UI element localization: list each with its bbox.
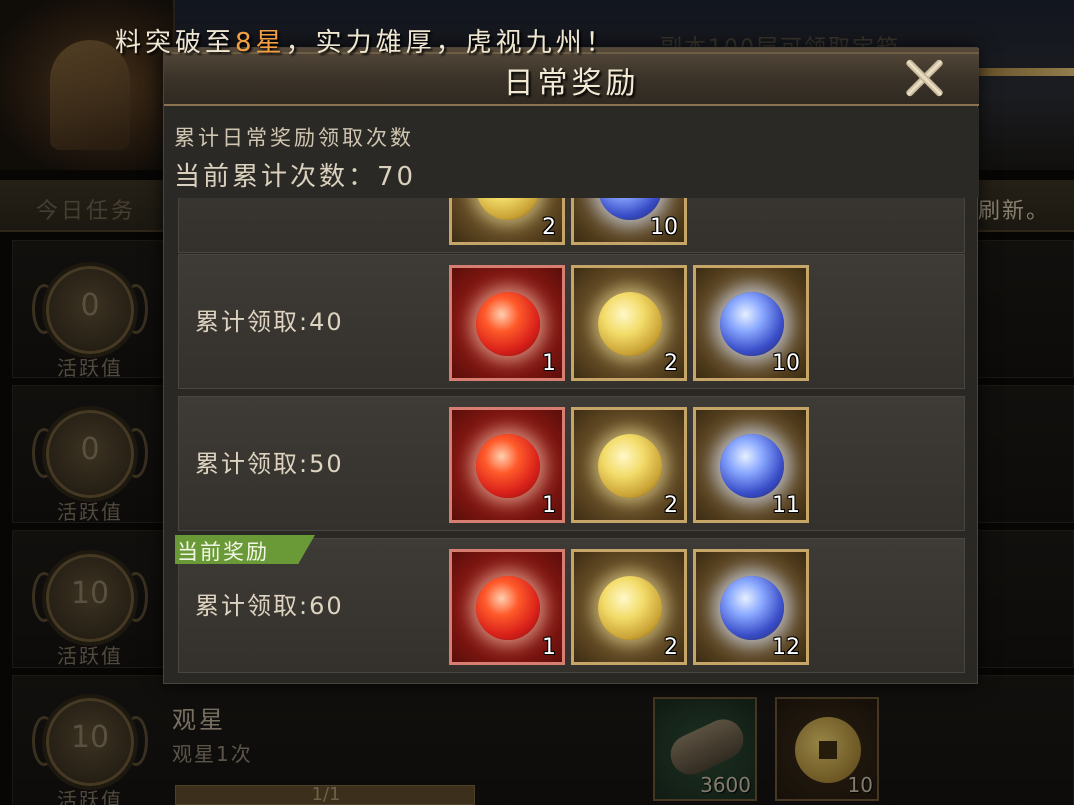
reward-item[interactable]: 10 <box>693 265 809 381</box>
red-star-orb-icon <box>476 292 540 356</box>
blue-star-orb-icon <box>720 292 784 356</box>
reward-tier-row: 累计领取:50 1 2 11 <box>178 396 965 531</box>
gold-star-orb-icon <box>598 434 662 498</box>
claim-count-label: 累计日常奖励领取次数 <box>174 126 414 150</box>
tier-label: 累计领取:50 <box>195 450 344 478</box>
current-reward-badge-label: 当前奖励 <box>177 540 269 564</box>
red-star-orb-icon <box>476 434 540 498</box>
item-quantity: 12 <box>772 635 800 660</box>
reward-item[interactable]: 1 <box>449 265 565 381</box>
blue-star-orb-icon <box>720 434 784 498</box>
reward-item[interactable]: 1 <box>449 407 565 523</box>
reward-item[interactable]: 12 <box>693 549 809 665</box>
reward-item[interactable]: 2 <box>571 407 687 523</box>
red-star-orb-icon <box>476 576 540 640</box>
close-icon[interactable] <box>899 56 949 100</box>
item-quantity: 2 <box>664 493 678 518</box>
gold-star-orb-icon <box>476 198 540 220</box>
item-quantity: 2 <box>664 635 678 660</box>
item-quantity: 2 <box>542 215 556 240</box>
reward-item[interactable]: 2 <box>449 198 565 245</box>
gold-star-orb-icon <box>598 292 662 356</box>
item-quantity: 1 <box>542 635 556 660</box>
item-quantity: 10 <box>650 215 678 240</box>
current-reward-badge: 当前奖励 <box>175 535 315 564</box>
reward-item[interactable]: 2 <box>571 549 687 665</box>
dialog-title: 日常奖励 <box>503 66 640 101</box>
reward-tier-row: 累计领取:40 1 2 10 <box>178 254 965 389</box>
tier-label: 累计领取:40 <box>195 308 344 336</box>
tier-label: 累计领取:60 <box>195 592 344 620</box>
item-quantity: 11 <box>772 493 800 518</box>
notice-suffix: ，实力雄厚，虎视九州！ <box>285 28 616 58</box>
item-quantity: 2 <box>664 351 678 376</box>
claim-count-panel: 累计日常奖励领取次数 当前累计次数：70 <box>164 108 979 198</box>
reward-item[interactable]: 1 <box>449 549 565 665</box>
current-count: 当前累计次数：70 <box>174 156 416 193</box>
reward-item[interactable]: 11 <box>693 407 809 523</box>
current-count-label: 当前累计次数： <box>174 162 378 192</box>
notice-prefix: 料突破至 <box>115 28 236 58</box>
reward-tier-list[interactable]: 2 10 累计领取:40 1 2 10 累计领取:50 1 2 11 累计领取:… <box>164 198 979 685</box>
reward-item[interactable]: 2 <box>571 265 687 381</box>
item-quantity: 1 <box>542 493 556 518</box>
gold-star-orb-icon <box>598 576 662 640</box>
scrolling-notice: 料突破至8星，实力雄厚，虎视九州！ <box>115 22 616 59</box>
daily-reward-dialog: 日常奖励 累计日常奖励领取次数 当前累计次数：70 2 10 累计领取:40 1 <box>163 47 979 685</box>
current-count-value: 70 <box>377 162 417 192</box>
reward-item[interactable]: 10 <box>571 198 687 245</box>
item-quantity: 10 <box>772 351 800 376</box>
notice-highlight: 8星 <box>235 28 286 58</box>
blue-star-orb-icon <box>720 576 784 640</box>
reward-tier-row: 2 10 <box>178 198 965 253</box>
item-quantity: 1 <box>542 351 556 376</box>
